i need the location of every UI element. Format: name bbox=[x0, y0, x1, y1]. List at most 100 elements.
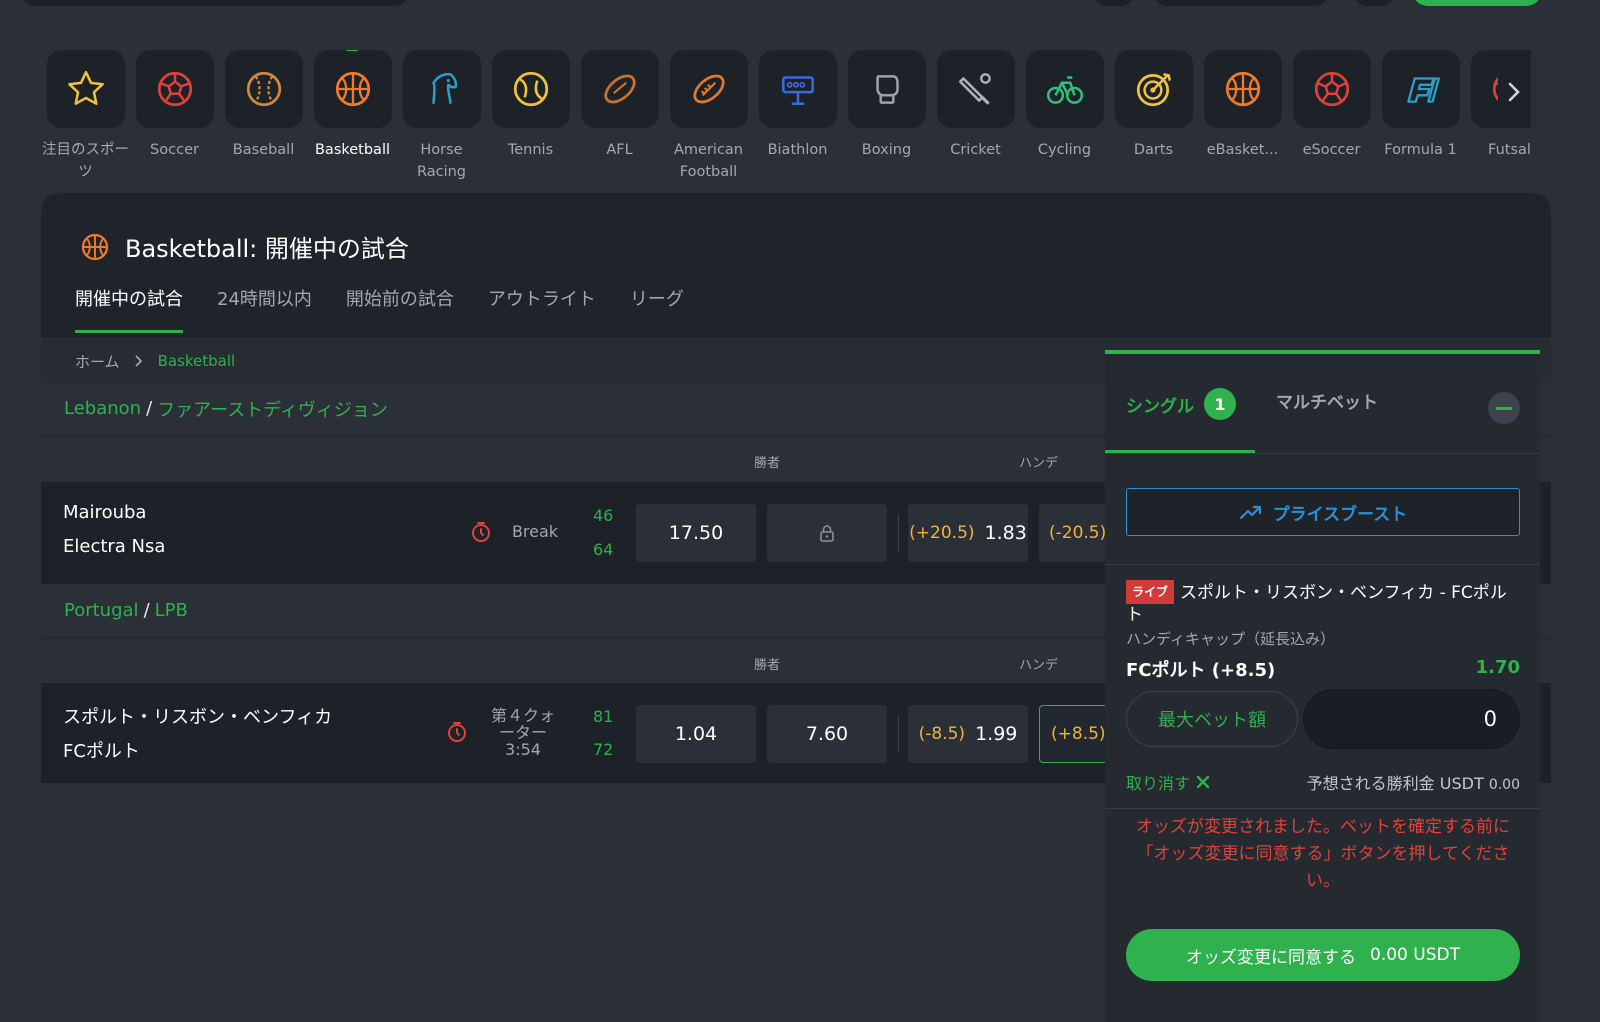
bet-event-name: スポルト・リスボン・ベンフィカ - FCポルト bbox=[1126, 583, 1507, 625]
sport-ebasketball[interactable]: eBasket... bbox=[1198, 50, 1287, 190]
tab-live[interactable]: 開催中の試合 bbox=[75, 285, 183, 333]
tab-upcoming[interactable]: 開始前の試合 bbox=[346, 285, 454, 333]
score-away: 64 bbox=[593, 540, 614, 559]
potential-winnings-amount: 0.00 bbox=[1488, 777, 1520, 793]
betslip-tab-single[interactable]: シングル 1 bbox=[1126, 388, 1236, 420]
basketball-icon bbox=[313, 50, 392, 128]
dartboard-icon bbox=[1114, 50, 1193, 128]
team-home: スポルト・リスボン・ベンフィカ bbox=[63, 707, 333, 728]
sport-featured[interactable]: 注目のスポーツ bbox=[41, 50, 130, 190]
sport-label: Horse Racing bbox=[416, 142, 467, 180]
potential-winnings-label: 予想される勝利金 USDT bbox=[1306, 774, 1484, 793]
score-home: 81 bbox=[593, 707, 614, 726]
odds-value: 1.83 bbox=[984, 522, 1027, 544]
panel-header: Basketball: 開催中の試合 開催中の試合 24時間以内 開始前の試合 … bbox=[41, 193, 1551, 338]
sport-cycling[interactable]: Cycling bbox=[1020, 50, 1109, 190]
ebasketball-icon bbox=[1203, 50, 1282, 128]
live-clock-icon bbox=[448, 722, 466, 742]
sport-label: Cycling bbox=[1037, 142, 1092, 158]
formula1-icon bbox=[1381, 50, 1460, 128]
header-balance[interactable] bbox=[1152, 0, 1330, 6]
sport-label: Soccer bbox=[150, 142, 199, 158]
tab-leagues[interactable]: リーグ bbox=[630, 285, 684, 333]
sports-nav-next-button[interactable] bbox=[1498, 64, 1530, 120]
sport-biathlon[interactable]: Biathlon bbox=[753, 50, 842, 190]
betslip-divider bbox=[1105, 564, 1540, 565]
odds-winner-away[interactable]: 7.60 bbox=[767, 705, 887, 763]
odds-handicap-home[interactable]: (-8.5) 1.99 bbox=[908, 705, 1028, 763]
league-name-link[interactable]: ファアーストディヴィジョン bbox=[157, 396, 388, 422]
handicap-line: (-8.5) bbox=[918, 724, 966, 744]
price-boost-button[interactable]: プライスブースト bbox=[1126, 488, 1520, 536]
sport-baseball[interactable]: Baseball bbox=[219, 50, 308, 190]
odds-winner-away-locked bbox=[767, 504, 887, 562]
lock-icon bbox=[820, 525, 834, 542]
max-bet-button[interactable]: 最大ベット額 bbox=[1126, 691, 1298, 747]
cancel-bet-button[interactable]: 取り消す bbox=[1126, 770, 1210, 794]
page-title-text: Basketball: 開催中の試合 bbox=[125, 235, 409, 263]
sport-horse-racing[interactable]: Horse Racing bbox=[397, 50, 486, 190]
bet-selection: FCポルト (+8.5) bbox=[1126, 660, 1276, 681]
tab-outrights[interactable]: アウトライト bbox=[488, 285, 596, 333]
team-away: FCポルト bbox=[63, 741, 140, 762]
stake-input[interactable] bbox=[1303, 689, 1520, 749]
page-title: Basketball: 開催中の試合 bbox=[79, 229, 409, 264]
boxing-glove-icon bbox=[847, 50, 926, 128]
sport-formula1[interactable]: Formula 1 bbox=[1376, 50, 1465, 190]
sport-american-football[interactable]: American Football bbox=[664, 50, 753, 190]
event-tabs: 開催中の試合 24時間以内 開始前の試合 アウトライト リーグ bbox=[75, 285, 684, 333]
sport-label: Futsal bbox=[1488, 142, 1531, 158]
header-search-bar[interactable] bbox=[20, 0, 410, 6]
bet-market: ハンディキャップ（延長込み） bbox=[1126, 630, 1335, 648]
sport-label: Tennis bbox=[507, 142, 554, 158]
match-status: 第４クォーター 3:54 bbox=[485, 707, 561, 758]
odds-value: 7.60 bbox=[805, 723, 849, 745]
header-deposit-button[interactable] bbox=[1412, 0, 1542, 6]
sports-nav: 注目のスポーツ Soccer Baseball Basketball Horse… bbox=[41, 50, 1531, 190]
sport-label: Baseball bbox=[232, 142, 295, 158]
betslip-tab-single-label: シングル bbox=[1126, 396, 1194, 417]
header-avatar[interactable] bbox=[1352, 0, 1396, 6]
betslip-tab-multi[interactable]: マルチベット bbox=[1276, 388, 1378, 413]
esoccer-ball-icon bbox=[1292, 50, 1371, 128]
sport-soccer[interactable]: Soccer bbox=[130, 50, 219, 190]
sport-label: Biathlon bbox=[767, 142, 828, 158]
sport-esoccer[interactable]: eSoccer bbox=[1287, 50, 1376, 190]
accept-odds-amount: 0.00 USDT bbox=[1370, 945, 1460, 965]
league-country-link[interactable]: Portugal bbox=[64, 600, 139, 621]
sport-afl[interactable]: AFL bbox=[575, 50, 664, 190]
odds-winner-home[interactable]: 17.50 bbox=[636, 504, 756, 562]
sport-tennis[interactable]: Tennis bbox=[486, 50, 575, 190]
chevron-right-icon bbox=[134, 355, 142, 367]
accept-odds-change-button[interactable]: オッズ変更に同意する 0.00 USDT bbox=[1126, 929, 1520, 981]
handicap-line: (+20.5) bbox=[909, 523, 975, 543]
league-country-link[interactable]: Lebanon bbox=[64, 398, 141, 419]
league-name-link[interactable]: LPB bbox=[155, 600, 188, 621]
odds-value: 17.50 bbox=[668, 522, 724, 544]
odds-winner-home[interactable]: 1.04 bbox=[636, 705, 756, 763]
bet-price: 1.70 bbox=[1475, 657, 1520, 678]
sport-basketball[interactable]: Basketball bbox=[308, 50, 397, 190]
breadcrumb-home[interactable]: ホーム bbox=[75, 351, 120, 372]
team-away: Electra Nsa bbox=[63, 536, 166, 557]
tennis-ball-icon bbox=[491, 50, 570, 128]
team-home: Mairouba bbox=[63, 502, 147, 523]
odds-handicap-home[interactable]: (+20.5) 1.83 bbox=[908, 504, 1028, 562]
american-football-icon bbox=[669, 50, 748, 128]
breadcrumb-current[interactable]: Basketball bbox=[158, 352, 236, 370]
odds-divider bbox=[898, 715, 899, 753]
sport-darts[interactable]: Darts bbox=[1109, 50, 1198, 190]
sport-cricket[interactable]: Cricket bbox=[931, 50, 1020, 190]
match-status: Break bbox=[511, 522, 559, 541]
sport-boxing[interactable]: Boxing bbox=[842, 50, 931, 190]
soccer-ball-icon bbox=[135, 50, 214, 128]
chevron-right-icon bbox=[1508, 82, 1520, 102]
header-icon-button[interactable] bbox=[1092, 0, 1136, 6]
betslip-collapse-button[interactable] bbox=[1488, 392, 1520, 424]
sport-label: 注目のスポーツ bbox=[42, 142, 129, 180]
betslip-panel: シングル 1 マルチベット プライスブースト ライブ スポルト・リスボン・ベンフィ… bbox=[1105, 350, 1540, 1022]
tab-24h[interactable]: 24時間以内 bbox=[217, 285, 312, 333]
column-winner: 勝者 bbox=[754, 456, 781, 471]
potential-winnings: 予想される勝利金 USDT 0.00 bbox=[1288, 770, 1520, 794]
live-badge: ライブ bbox=[1126, 580, 1175, 604]
